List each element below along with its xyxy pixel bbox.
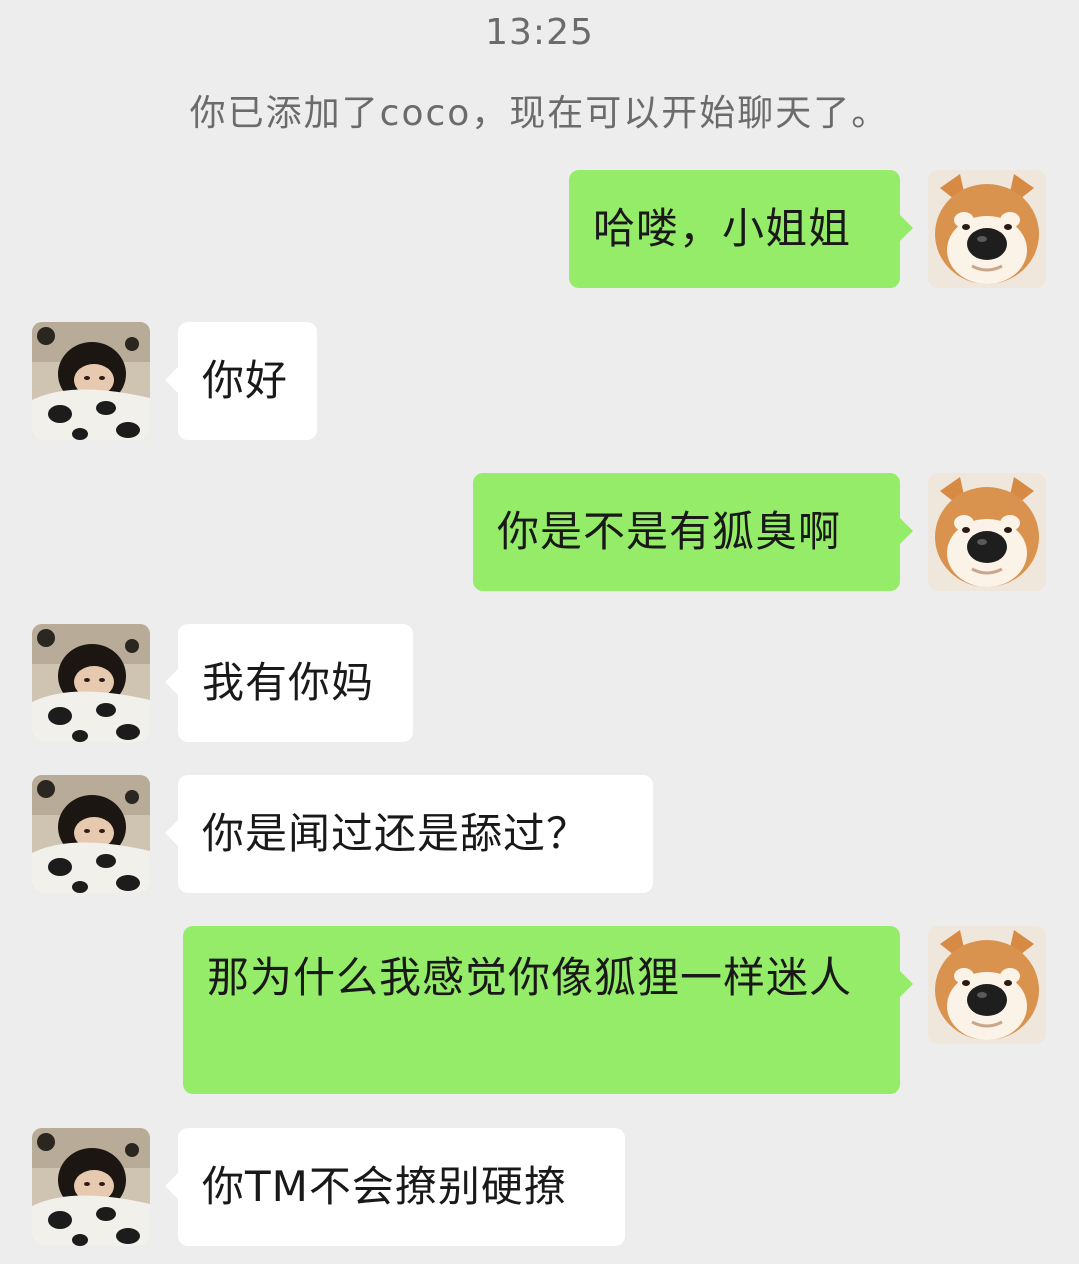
system-notice: 你已添加了coco，现在可以开始聊天了。 — [189, 93, 890, 134]
shiba-avatar-icon[interactable] — [928, 926, 1046, 1044]
shiba-avatar-icon[interactable] — [928, 473, 1046, 591]
message-bubble-sent[interactable]: 哈喽，小姐姐 — [569, 170, 913, 288]
shiba-avatar-icon[interactable] — [928, 170, 1046, 288]
message-bubble-received[interactable]: 你TM不会撩别硬撩 — [165, 1128, 625, 1246]
message-timestamp: 13:25 — [485, 12, 594, 53]
girl-avatar-icon[interactable] — [32, 322, 150, 440]
girl-avatar-icon[interactable] — [32, 1128, 150, 1246]
message-bubble-sent[interactable]: 你是不是有狐臭啊 — [473, 473, 913, 591]
girl-avatar-icon[interactable] — [32, 775, 150, 893]
message-bubble-received[interactable]: 你是闻过还是舔过？ — [165, 775, 653, 893]
message-bubble-received[interactable]: 你好 — [165, 322, 317, 440]
message-bubble-sent[interactable]: 那为什么我感觉你像狐狸一样迷人 — [183, 926, 913, 1094]
message-bubble-received[interactable]: 我有你妈 — [165, 624, 413, 742]
girl-avatar-icon[interactable] — [32, 624, 150, 742]
